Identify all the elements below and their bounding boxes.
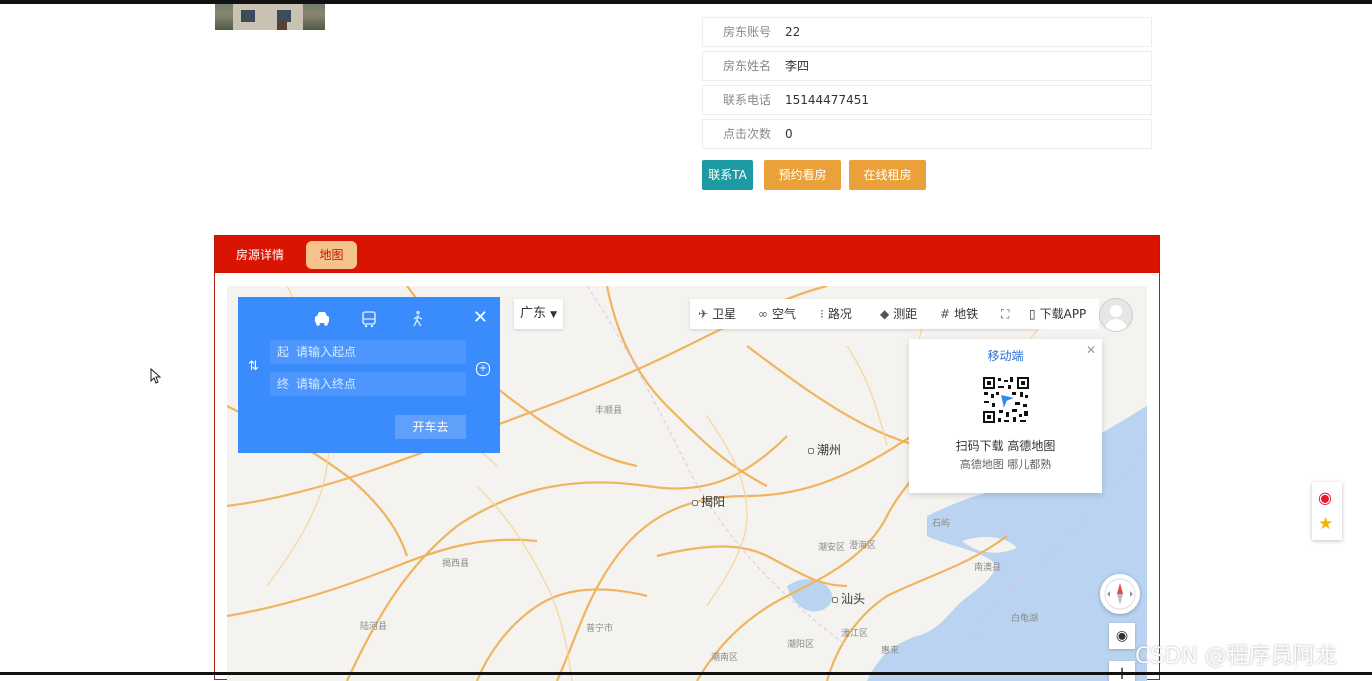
info-value: 李四 [785, 59, 810, 73]
satellite-tool[interactable]: ✈ 卫星 [698, 299, 736, 329]
info-row-name: 房东姓名 李四 [702, 51, 1152, 81]
satellite-icon: ✈ [698, 307, 709, 321]
fullscreen-icon: ⛶ [1001, 307, 1010, 321]
info-label: 房东姓名 [723, 59, 772, 73]
rent-online-button[interactable]: 在线租房 [849, 160, 926, 190]
route-planner: ✕ ⇅ 起 请输入起点 终 请输入终点 + 开车去 [238, 297, 500, 453]
province-selector[interactable]: 广东 ▼ [514, 299, 563, 329]
mobile-qr-card: 移动端 ✕ 扫码下载 高德地图 高德地图 哪儿都熟 [909, 339, 1102, 493]
book-viewing-button[interactable]: 预约看房 [764, 160, 841, 190]
info-row-phone: 联系电话 15144477451 [702, 85, 1152, 115]
subway-tool[interactable]: # 地铁 [940, 299, 978, 329]
walk-icon[interactable] [408, 309, 428, 329]
car-icon[interactable] [312, 309, 332, 329]
tab-bar: 房源详情 地图 [215, 236, 1159, 273]
end-point-input[interactable]: 终 请输入终点 [270, 372, 466, 396]
tab-house-detail[interactable]: 房源详情 [229, 241, 291, 269]
chevron-down-icon: ▼ [550, 310, 558, 320]
zoom-in-icon[interactable]: + [1109, 661, 1135, 681]
house-thumbnail[interactable] [215, 4, 325, 30]
town-label: 潮南区 [711, 653, 739, 663]
qr-card-title: 移动端 [987, 349, 1024, 363]
fullscreen-tool[interactable]: ⛶ [1001, 299, 1013, 329]
info-label: 房东账号 [723, 25, 772, 39]
download-app-button[interactable]: ▯ 下载APP [1023, 299, 1099, 329]
watermark: CSDN @程序员阿龙 [1135, 644, 1337, 669]
add-waypoint-icon[interactable]: + [476, 362, 490, 376]
air-icon: ∞ [758, 307, 768, 321]
favorite-star-icon[interactable]: ★ [1318, 514, 1333, 534]
start-driving-button[interactable]: 开车去 [395, 415, 466, 439]
start-placeholder: 请输入起点 [296, 345, 357, 359]
phone-icon: ▯ [1029, 307, 1036, 321]
city-label-shantou: 汕头 [832, 590, 865, 607]
tab-map[interactable]: 地图 [306, 241, 357, 269]
swap-icon[interactable]: ⇅ [248, 359, 259, 374]
town-label: 陆河县 [360, 622, 388, 632]
city-label-chaozhou: 潮州 [808, 441, 841, 458]
bus-icon[interactable] [359, 309, 379, 329]
contact-button[interactable]: 联系TA [702, 160, 753, 190]
air-tool[interactable]: ∞ 空气 [758, 299, 796, 329]
ruler-icon: ◆ [880, 307, 890, 321]
info-value: 15144477451 [785, 93, 869, 107]
mouse-cursor-icon [150, 368, 162, 384]
info-value: 22 [785, 25, 801, 39]
house-image [233, 4, 303, 30]
info-label: 联系电话 [723, 93, 772, 107]
qr-card-line1: 扫码下载 高德地图 [955, 439, 1056, 453]
town-label: 普宁市 [586, 624, 614, 634]
town-label: 濠江区 [841, 629, 869, 639]
town-label: 潮安区 [818, 543, 846, 553]
town-label: 南澳县 [974, 563, 1002, 573]
weibo-icon[interactable]: ◉ [1318, 488, 1332, 507]
start-point-input[interactable]: 起 请输入起点 [270, 340, 466, 364]
share-sidebar: ◉ ★ [1312, 482, 1342, 540]
traffic-tool[interactable]: ⁝ 路况 [820, 299, 852, 329]
city-label-jieyang: 揭阳 [692, 493, 725, 510]
qr-card-line2: 高德地图 哪儿都熟 [959, 458, 1052, 471]
info-row-account: 房东账号 22 [702, 17, 1152, 47]
map-toolbar: ✈ 卫星 ∞ 空气 ⁝ 路况 ◆ 测距 # 地铁 ⛶ [690, 299, 1038, 329]
detail-panel: 房源详情 地图 潮州 揭阳 汕头 丰顺县 揭西县 陆河县 普宁市 潮阳区 潮南区… [214, 235, 1160, 681]
locate-icon[interactable]: ◉ [1109, 623, 1135, 649]
map-canvas[interactable]: 潮州 揭阳 汕头 丰顺县 揭西县 陆河县 普宁市 潮阳区 潮南区 潮安区 濠江区… [227, 286, 1147, 681]
town-label: 白龟湖 [1011, 614, 1039, 624]
measure-tool[interactable]: ◆ 测距 [880, 299, 917, 329]
province-label: 广东 [519, 306, 546, 321]
info-row-clicks: 点击次数 0 [702, 119, 1152, 149]
info-label: 点击次数 [723, 127, 772, 141]
avatar[interactable] [1099, 298, 1133, 332]
close-icon[interactable]: ✕ [1086, 343, 1096, 357]
start-prefix: 起 [277, 345, 290, 359]
close-icon[interactable]: ✕ [473, 307, 488, 328]
window-top-edge [0, 0, 1372, 4]
town-label: 澄海区 [849, 541, 877, 551]
town-label: 丰顺县 [595, 406, 623, 416]
end-placeholder: 请输入终点 [296, 377, 357, 391]
subway-icon: # [940, 307, 951, 321]
compass-icon[interactable] [1100, 574, 1140, 614]
qr-code-image [982, 376, 1030, 424]
info-value: 0 [785, 127, 793, 141]
town-label: 揭西县 [442, 559, 470, 569]
traffic-light-icon: ⁝ [820, 307, 824, 321]
town-label: 石屿 [932, 519, 951, 529]
town-label: 潮阳区 [787, 640, 815, 650]
town-label: 惠来 [881, 646, 900, 656]
end-prefix: 终 [277, 377, 290, 391]
